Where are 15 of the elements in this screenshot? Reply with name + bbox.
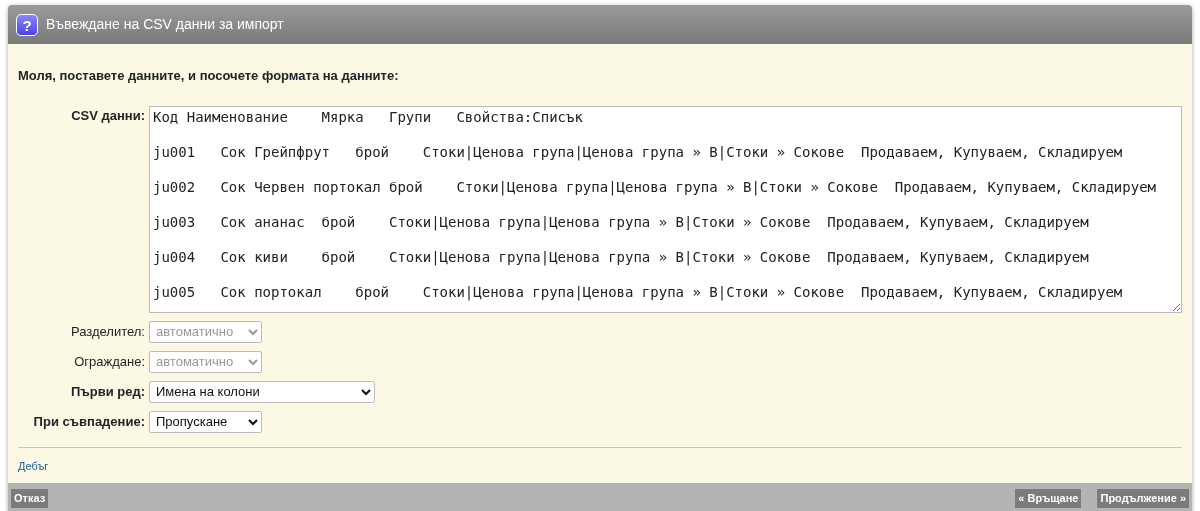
dropdown[interactable]: Имена на колони	[149, 380, 375, 403]
field-label: При съвпадение:	[32, 412, 145, 431]
footer-button[interactable]: Продължение »	[1097, 489, 1189, 508]
field-label: Разделител:	[69, 322, 145, 341]
footer-button[interactable]: « Връщане	[1015, 489, 1082, 508]
debug-link[interactable]: Дебъг	[18, 459, 49, 472]
field-label: Първи ред:	[69, 382, 145, 401]
csv-data-field[interactable]: Код Наименование Мярка Групи Свойства:Списък ju001 Сок Грейпфрут брой Стоки|Ценова група|Ценова група » В|Стоки » Сокове Продаваем, Купуваем, Складируем ju002 Сок Червен портокал брой Стоки|Ценова група|Ценова група » В|Стоки » Сокове Продаваем, Купуваем, Складируем ju003 Сок ананас брой Стоки|Ценова група|Ценова група » В|Стоки » Сокове Продаваем, Купуваем, Складируем ju004 Сок киви брой Стоки|Ценова група|Ценова група » В|Стоки » Сокове Продаваем, Купуваем, Складируем ju005 Сок портокал брой Стоки|Ценова група|Ценова група » В|Стоки » Сокове Продаваем, Купуваем, Складируем	[149, 105, 1182, 313]
field-label: Ограждане:	[73, 352, 145, 371]
dropdown[interactable]: Пропускане	[149, 410, 262, 433]
help-icon: ?	[16, 13, 38, 36]
field-label: CSV данни:	[70, 106, 145, 125]
instruction-text: Моля, поставете данните, и посочете формата на данните:	[18, 67, 400, 85]
window-title: Въвеждане на CSV данни за импорт	[46, 15, 284, 34]
footer-button[interactable]: Отказ	[11, 489, 49, 508]
